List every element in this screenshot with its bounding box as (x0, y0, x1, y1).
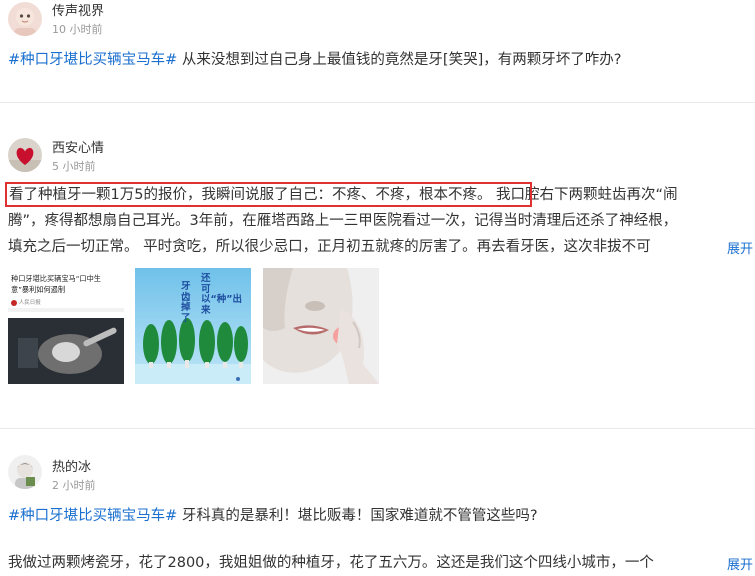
avatar[interactable] (8, 455, 42, 489)
avatar[interactable] (8, 2, 42, 36)
news-title-line-2: 意”暴利如何遏制 (11, 285, 66, 294)
text-fade (680, 236, 720, 258)
post-text-line-2: 我做过两颗烤瓷牙，花了2800，我姐姐做的种植牙，花了五六万。这还是我们这个四线… (8, 555, 654, 571)
highlight-box (5, 182, 532, 207)
divider (0, 102, 755, 103)
news-source-name: 人民日报 (18, 300, 41, 306)
username[interactable]: 传声视界 (52, 0, 104, 19)
post-body: 牙科真的是暴利！堪比贩毒！国家难道就不管管这些吗? (177, 508, 538, 524)
divider (0, 428, 755, 429)
source-icon (11, 299, 17, 306)
avatar[interactable] (8, 138, 42, 172)
post-1: 传声视界 10 小时前 #种口牙堪比买辆宝马车# 从来没想到过自己身上最值钱的竟… (0, 0, 755, 100)
news-source: 人民日报 (11, 298, 41, 306)
post-text: #种口牙堪比买辆宝马车# 牙科真的是暴利！堪比贩毒！国家难道就不管管这些吗? (8, 504, 538, 529)
hashtag-link[interactable]: #种口牙堪比买辆宝马车# (8, 52, 177, 68)
post-image-toothache[interactable] (263, 268, 379, 384)
post-image-illustration[interactable]: 还可以“种”出来 牙齿掉了 (135, 268, 251, 384)
post-text: #种口牙堪比买辆宝马车# 从来没想到过自己身上最值钱的竟然是牙[笑哭]，有两颗牙… (8, 48, 621, 73)
post-image-news[interactable]: 种口牙堪比买辆宝马“口中生 意”暴利如何遏制 人民日报 (8, 268, 124, 384)
hashtag-link[interactable]: #种口牙堪比买辆宝马车# (8, 508, 177, 524)
post-text-line-2: 腾”，疼得都想扇自己耳光。3年前，在雁塔西路上一三甲医院看过一次，记得当时清理后… (8, 213, 678, 229)
text-fade (680, 552, 720, 574)
username[interactable]: 热的冰 (52, 456, 91, 475)
post-text-line-3: 填充之后一切正常。 平时贪吃，所以很少忌口，正月初五就疼的厉害了。再去看牙医，这… (8, 239, 651, 255)
illustration-text-right: 还可以“种”出来 (201, 273, 242, 316)
post-body: 从来没想到过自己身上最值钱的竟然是牙[笑哭]，有两颗牙坏了咋办? (177, 52, 622, 68)
username[interactable]: 西安心情 (52, 137, 104, 156)
expand-link[interactable]: 展开 (724, 238, 753, 257)
expand-link[interactable]: 展开 (724, 554, 753, 573)
timestamp: 5 小时前 (52, 160, 96, 173)
timestamp: 2 小时前 (52, 479, 96, 492)
news-title-line-1: 种口牙堪比买辆宝马“口中生 (11, 274, 101, 283)
illustration-text-left: 牙齿掉了 (181, 281, 191, 324)
timestamp: 10 小时前 (52, 23, 103, 36)
